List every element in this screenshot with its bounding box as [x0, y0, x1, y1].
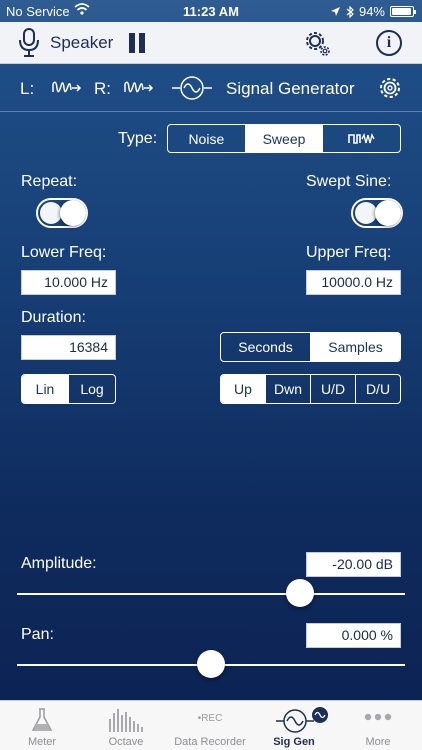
- tab-more[interactable]: More: [336, 701, 420, 750]
- right-channel-label: R:: [94, 79, 111, 98]
- direction-selector: Up Dwn U/D D/U: [220, 374, 401, 404]
- upper-freq-label: Upper Freq:: [306, 244, 392, 261]
- signal-generator-icon: [172, 76, 212, 100]
- tab-data-recorder[interactable]: •REC Data Recorder: [168, 701, 252, 750]
- type-label: Type:: [118, 130, 158, 147]
- lower-freq-input[interactable]: 10.000 Hz: [21, 270, 116, 295]
- tab-octave[interactable]: Octave: [84, 701, 168, 750]
- pan-label: Pan:: [21, 626, 54, 643]
- upper-freq-input[interactable]: 10000.0 Hz: [306, 270, 401, 295]
- tab-sig-gen[interactable]: Sig Gen: [252, 701, 336, 750]
- pan-slider-thumb[interactable]: [197, 650, 225, 678]
- status-right: 94%: [330, 4, 416, 19]
- pulse-wave-icon: [347, 132, 375, 144]
- scale-log-option[interactable]: Log: [68, 375, 115, 403]
- right-wave-icon[interactable]: [124, 78, 154, 98]
- generator-header: L: R: Signal Generator: [0, 64, 422, 112]
- output-device-label[interactable]: Speaker: [50, 33, 113, 53]
- duration-unit-selector: Seconds Samples: [220, 332, 401, 362]
- tab-meter-label: Meter: [27, 736, 57, 748]
- bluetooth-icon: [346, 5, 354, 18]
- sine-wave-icon: [276, 707, 328, 733]
- amplitude-slider-thumb[interactable]: [286, 579, 315, 607]
- unit-seconds-option[interactable]: Seconds: [221, 333, 310, 361]
- type-selector: Noise Sweep: [167, 124, 401, 153]
- left-channel-label: L:: [20, 79, 35, 98]
- repeat-toggle[interactable]: [36, 198, 88, 228]
- generator-title: Signal Generator: [226, 79, 355, 98]
- signal-generator-panel: L: R: Signal Generator Type: Noise Sweep: [0, 64, 422, 700]
- duration-label: Duration:: [21, 309, 86, 326]
- pause-button[interactable]: [128, 33, 146, 53]
- scale-selector: Lin Log: [21, 374, 116, 404]
- bars-icon: [109, 709, 143, 732]
- direction-down-option[interactable]: Dwn: [265, 375, 310, 403]
- left-wave-icon[interactable]: [52, 78, 82, 98]
- lower-freq-label: Lower Freq:: [21, 244, 107, 261]
- type-sweep-option[interactable]: Sweep: [244, 125, 323, 152]
- scale-lin-option[interactable]: Lin: [22, 375, 68, 403]
- battery-icon: [390, 6, 416, 17]
- flask-icon: [31, 708, 53, 731]
- unit-samples-option[interactable]: Samples: [310, 333, 400, 361]
- direction-up-option[interactable]: Up: [221, 375, 265, 403]
- amplitude-input[interactable]: -20.00 dB: [306, 552, 401, 577]
- location-arrow-icon: [330, 7, 340, 16]
- amplitude-slider[interactable]: [17, 579, 405, 607]
- type-pulse-option[interactable]: [322, 125, 400, 152]
- status-bar: No Service 11:23 AM 94%: [0, 0, 422, 22]
- direction-down-up-option[interactable]: D/U: [355, 375, 400, 403]
- generator-settings-icon[interactable]: [378, 76, 402, 100]
- tab-bar: Meter Octave •REC Data Recorder Sig Gen: [0, 700, 422, 750]
- tab-meter[interactable]: Meter: [0, 701, 84, 750]
- top-toolbar: Speaker i: [0, 22, 422, 64]
- swept-sine-toggle[interactable]: [351, 198, 403, 228]
- info-icon[interactable]: i: [376, 30, 402, 56]
- pause-icon: [129, 33, 135, 53]
- microphone-icon[interactable]: [18, 28, 40, 58]
- settings-gear-icon[interactable]: [302, 28, 332, 58]
- pan-input[interactable]: 0.000 %: [306, 623, 401, 648]
- tab-octave-label: Octave: [108, 736, 144, 748]
- amplitude-label: Amplitude:: [21, 555, 97, 572]
- more-dots-icon: [364, 713, 392, 721]
- rec-icon: •REC: [197, 713, 223, 724]
- tab-data-recorder-label: Data Recorder: [174, 736, 246, 748]
- tab-sig-gen-label: Sig Gen: [273, 736, 315, 748]
- repeat-label: Repeat:: [21, 173, 78, 190]
- type-noise-option[interactable]: Noise: [168, 125, 245, 152]
- pan-slider[interactable]: [17, 650, 405, 678]
- tab-more-label: More: [365, 736, 391, 748]
- battery-percent: 94%: [358, 4, 385, 19]
- swept-sine-label: Swept Sine:: [306, 173, 392, 190]
- duration-input[interactable]: 16384: [21, 335, 116, 360]
- direction-up-down-option[interactable]: U/D: [310, 375, 355, 403]
